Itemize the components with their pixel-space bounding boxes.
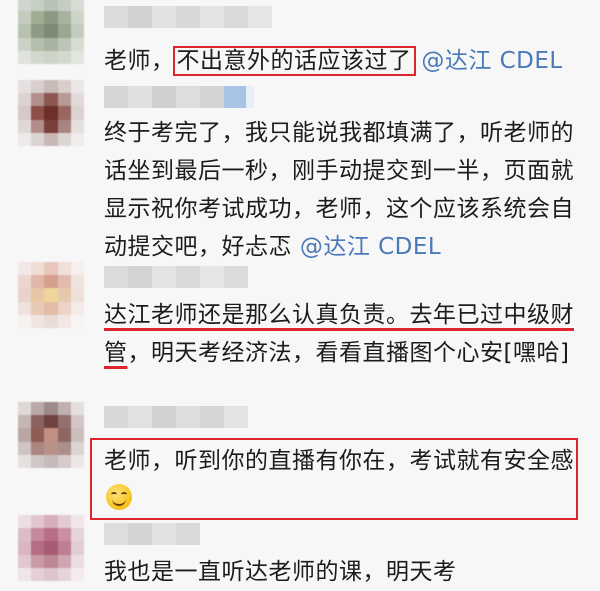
mention-link[interactable]: @达江 CDEL — [421, 48, 562, 74]
comment-body: 我也是一直听达老师的课，明天考 — [104, 559, 457, 585]
comment-text-prefix: 老师， — [104, 48, 175, 74]
avatar[interactable] — [18, 402, 84, 468]
highlighted-phrase: 不出意外的话应该过了 — [172, 46, 416, 76]
comment-text: 达江老师还是那么认真负责。去年已过中级财管，明天考经济法，看看直播图个心安[嘿哈… — [104, 296, 579, 372]
avatar[interactable] — [18, 515, 84, 581]
comment-body: 老师，听到你的直播有你在，考试就有安全感 — [104, 448, 574, 474]
smile-emoji-icon — [106, 484, 132, 510]
username-blurred[interactable] — [104, 6, 272, 28]
comment-text: 老师，听到你的直播有你在，考试就有安全感 — [104, 442, 574, 518]
mention-link[interactable]: @达江 CDEL — [300, 234, 441, 260]
comment-text: 我也是一直听达老师的课，明天考 — [104, 553, 579, 591]
username-blurred[interactable] — [104, 86, 254, 108]
avatar[interactable] — [18, 262, 84, 328]
avatar[interactable] — [18, 0, 84, 64]
username-blurred[interactable] — [104, 406, 248, 428]
comment-text: 老师，不出意外的话应该过了 @达江 CDEL — [104, 42, 579, 80]
username-blurred[interactable] — [104, 266, 248, 288]
comment-text-suffix: ，明天考经济法，看看直播图个心安[嘿哈] — [127, 340, 570, 366]
username-blurred[interactable] — [104, 523, 200, 545]
avatar[interactable] — [18, 80, 84, 146]
comment-text: 终于考完了，我只能说我都填满了，听老师的话坐到最后一秒，刚手动提交到一半，页面就… — [104, 114, 579, 266]
